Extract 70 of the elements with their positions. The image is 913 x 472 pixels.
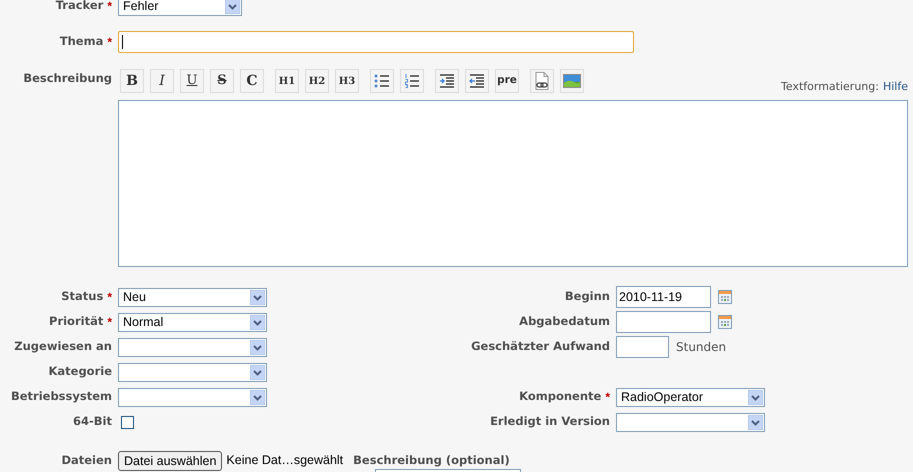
dropdown-arrow-icon [250, 340, 265, 354]
field-label: Geschätzter Aufwand [471, 338, 610, 356]
help-text: Textformatierung: [781, 79, 879, 95]
field-label: Dateien [61, 452, 112, 469]
strikethrough-button[interactable]: S [210, 69, 234, 93]
hours-field[interactable] [616, 336, 669, 358]
dropdown-arrow-icon [225, 0, 240, 14]
date-field[interactable] [616, 311, 711, 333]
select-field[interactable] [118, 338, 267, 356]
checkbox[interactable] [121, 416, 134, 428]
dropdown-arrow-icon [250, 290, 265, 304]
file-status: Keine Dat…sgewählt [226, 452, 344, 470]
field-label: Priorität [49, 313, 104, 330]
select-field[interactable] [118, 388, 267, 406]
field-label: Erledigt in Version [490, 413, 610, 430]
field-label: Thema [60, 33, 104, 50]
bold-button[interactable]: B [120, 69, 144, 93]
heading-button[interactable]: H3 [335, 69, 359, 93]
field-label: Beginn [564, 288, 610, 306]
italic-button[interactable]: I [150, 69, 174, 93]
calendar-icon[interactable] [718, 290, 732, 304]
field-label: Tracker [56, 0, 104, 14]
preformatted-button[interactable]: pre [495, 69, 519, 93]
description-field[interactable] [118, 100, 908, 266]
field-label: Komponente [519, 388, 602, 406]
field-label: Abgabedatum [519, 313, 610, 330]
image-icon [563, 74, 581, 88]
field-label: Kategorie [48, 363, 112, 380]
field-label: 64-Bit [73, 413, 112, 430]
field-label: Status [61, 288, 104, 306]
outdent-icon [469, 74, 485, 88]
field-label: Zugewiesen an [14, 338, 112, 356]
file-description-label: Beschreibung (optional) [353, 452, 510, 469]
dropdown-arrow-icon [748, 390, 763, 404]
field-label: Betriebssystem [10, 388, 112, 406]
required-marker: * [107, 34, 112, 51]
choose-file-button[interactable]: Datei auswählen [118, 450, 222, 470]
date-field[interactable]: 2010-11-19 [616, 286, 711, 308]
toolbar-button[interactable] [400, 69, 424, 93]
code-button[interactable]: C [240, 69, 264, 93]
required-marker: * [605, 389, 610, 406]
underline-button[interactable]: U [180, 69, 204, 93]
heading-button[interactable]: H1 [275, 69, 299, 93]
required-marker: * [107, 314, 112, 331]
required-marker: * [107, 0, 112, 15]
link-icon [534, 72, 550, 90]
select-field[interactable]: Fehler [118, 0, 242, 16]
indent-icon [439, 74, 455, 88]
toolbar-button[interactable] [370, 69, 394, 93]
select-field[interactable] [616, 412, 765, 432]
select-field[interactable] [118, 362, 267, 382]
heading-button[interactable]: H2 [305, 69, 329, 93]
dropdown-arrow-icon [748, 414, 763, 430]
dropdown-arrow-icon [250, 390, 265, 404]
toolbar-button[interactable] [465, 69, 489, 93]
numbered-list-icon [404, 74, 420, 88]
dropdown-arrow-icon [250, 314, 265, 330]
calendar-icon[interactable] [718, 315, 732, 329]
required-marker: * [107, 289, 112, 306]
toolbar-button[interactable] [530, 69, 554, 93]
toolbar-button[interactable] [435, 69, 459, 93]
field-label: Beschreibung [23, 70, 112, 87]
bulleted-list-icon [374, 74, 390, 88]
subject-field[interactable] [118, 31, 634, 53]
select-field[interactable]: RadioOperator [616, 388, 765, 406]
select-field[interactable]: Normal [118, 312, 267, 332]
select-field[interactable]: Neu [118, 288, 267, 306]
dropdown-arrow-icon [250, 364, 265, 380]
help-link[interactable]: Hilfe [882, 79, 908, 96]
unit-label: Stunden [676, 339, 726, 356]
